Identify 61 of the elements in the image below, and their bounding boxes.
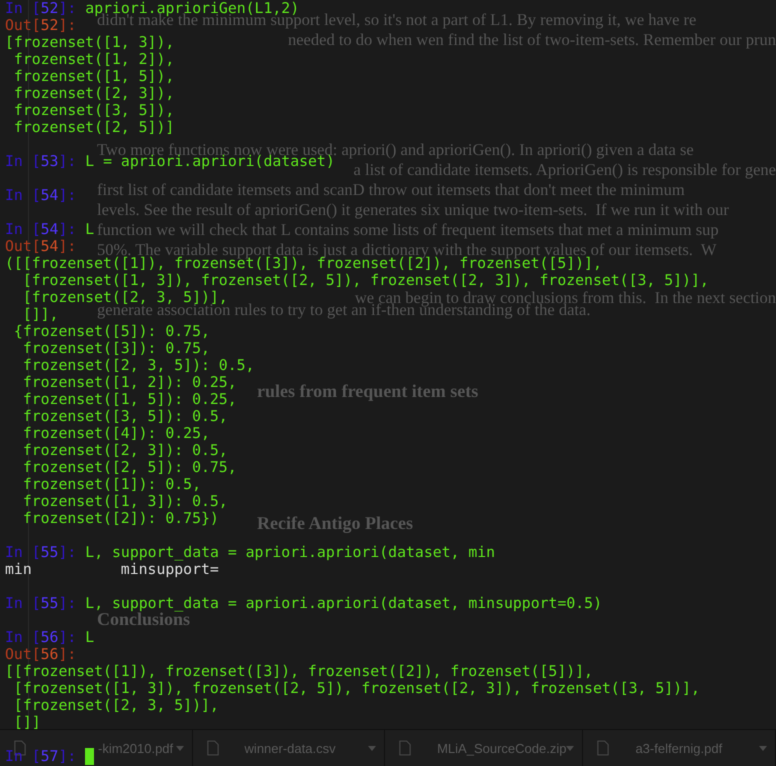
output-prompt: Out[56]: — [5, 646, 76, 663]
output-text: frozenset([1, 2]): 0.25, — [22, 374, 237, 391]
code-text: L, support_data = apriori.apriori(dataset, minsupport=0.5) — [85, 595, 602, 612]
output-text: frozenset([1, 3]): 0.5, — [22, 493, 228, 510]
output-text: frozenset([3, 5]): 0.5, — [22, 408, 228, 425]
output-text: frozenset([1, 5]): 0.25, — [22, 391, 237, 408]
input-prompt: In [52]: — [5, 0, 76, 17]
document-text-line: needed to do when wen find the list of two-item-sets. Remember our prun — [288, 30, 776, 50]
output-prompt: Out[54]: — [5, 238, 76, 255]
input-prompt: In [54]: — [5, 187, 76, 204]
section-heading: Conclusions — [97, 611, 190, 627]
file-icon — [206, 740, 219, 756]
document-text-line: levels. See the result of aprioriGen() it generates six unique two-item-sets. If we run it with our — [97, 200, 729, 220]
caret-icon[interactable] — [368, 746, 376, 750]
output-text: frozenset([1, 2]), — [12, 51, 174, 68]
section-heading: Recife Antigo Places — [257, 512, 413, 534]
input-prompt: In [56]: — [5, 629, 76, 646]
output-text: [[frozenset([1]), frozenset([3]), frozenset([2]), frozenset([5])], — [5, 663, 593, 680]
section-heading: rules from frequent item sets — [257, 380, 478, 402]
download-file-name[interactable]: MLiA_SourceCode.zip — [437, 740, 566, 756]
output-text: frozenset([2, 3, 5]): 0.5, — [22, 357, 254, 374]
output-text: []] — [12, 714, 41, 731]
input-prompt: In [55]: — [5, 595, 76, 612]
output-prompt: Out[52]: — [5, 17, 76, 34]
output-text: {frozenset([5]): 0.75, — [12, 323, 210, 340]
output-text: frozenset([4]): 0.25, — [22, 425, 210, 442]
caret-icon[interactable] — [759, 746, 767, 750]
code-text: L — [85, 629, 94, 646]
code-text: L, support_data = apriori.apriori(dataset, min — [85, 544, 496, 561]
caret-icon[interactable] — [176, 746, 184, 750]
output-text: [frozenset([1, 3]), — [5, 34, 174, 51]
output-text: [frozenset([2, 3, 5])], — [22, 289, 228, 306]
output-text: frozenset([1, 5]), — [12, 68, 174, 85]
document-text-line: function we will check that L contains some lists of frequent itemsets that met a minimum sup — [97, 220, 719, 240]
download-file-name[interactable]: -kim2010.pdf — [98, 740, 174, 756]
completion-list: min minsupport= — [5, 561, 219, 578]
output-text: [frozenset([1, 3]), frozenset([2, 5]), frozenset([2, 3]), frozenset([3, 5])], — [22, 272, 709, 289]
file-icon — [399, 740, 412, 756]
output-text: ([[frozenset([1]), frozenset([3]), frozenset([2]), frozenset([5])], — [5, 255, 602, 272]
file-icon — [597, 740, 610, 756]
output-text: frozenset([2, 5]): 0.75, — [22, 459, 237, 476]
document-text-line: first list of candidate itemsets and scanD throw out itemsets that don't meet the minimum — [97, 180, 685, 200]
download-file-name[interactable]: a3-felfernig.pdf — [635, 740, 722, 756]
output-text: [frozenset([1, 3]), frozenset([2, 5]), frozenset([2, 3]), frozenset([3, 5])], — [12, 680, 700, 697]
output-text: []], — [22, 306, 58, 323]
document-text-line: a list of candidate itemsets. AprioriGen() is responsible for gene — [354, 160, 776, 180]
input-prompt: In [53]: — [5, 153, 76, 170]
input-prompt: In [55]: — [5, 544, 76, 561]
output-text: frozenset([3]): 0.75, — [22, 340, 210, 357]
output-text: frozenset([1]): 0.5, — [22, 476, 201, 493]
input-prompt: In [54]: — [5, 221, 76, 238]
output-text: frozenset([2, 5])] — [12, 119, 174, 136]
input-prompt: In [57]: — [5, 748, 76, 765]
output-text: [frozenset([2, 3, 5])], — [12, 697, 219, 714]
caret-icon[interactable] — [566, 746, 574, 750]
download-file-name[interactable]: winner-data.csv — [244, 740, 336, 756]
output-text: frozenset([3, 5]), — [12, 102, 174, 119]
output-text: frozenset([2, 3]), — [12, 85, 174, 102]
code-text: L — [85, 221, 94, 238]
output-text: frozenset([2, 3]): 0.5, — [22, 442, 228, 459]
output-text: frozenset([2]): 0.75}) — [22, 510, 219, 527]
